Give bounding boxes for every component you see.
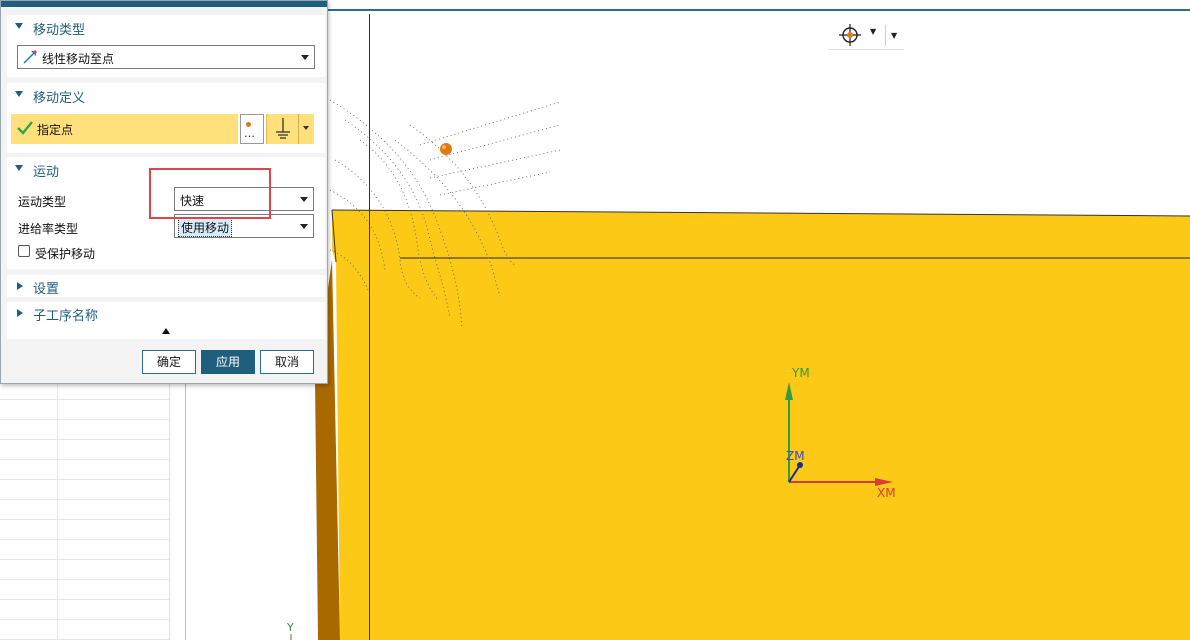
snap-dropdown-icon[interactable]: ▼ [870,27,876,36]
viewport-boundary-line [369,14,370,640]
collapse-triangle-icon[interactable] [15,23,23,29]
section-settings: 设置 [7,275,325,297]
chevron-up-icon [162,328,170,334]
highlight-rectangle [149,168,271,219]
point-dialog-button[interactable]: … [240,114,264,144]
expand-triangle-icon[interactable] [17,282,23,290]
specify-point-label: 指定点 [37,123,74,137]
motion-type-label: 运动类型 [18,195,67,209]
section-title: 子工序名称 [33,309,99,324]
move-type-value: 线性移动至点 [42,52,115,66]
zm-label: ZM [786,449,805,463]
feed-type-label: 进给率类型 [18,222,79,236]
dialog-titlebar[interactable] [1,1,327,7]
section-title: 移动类型 [33,23,86,38]
snap-point-icon[interactable] [838,23,862,47]
section-suboperation-name: 子工序名称 [7,302,325,324]
linear-move-icon [23,50,37,64]
collapse-triangle-icon[interactable] [15,165,23,171]
apply-button[interactable]: 应用 [201,350,255,374]
protected-move-label: 受保护移动 [35,247,96,261]
ok-button[interactable]: 确定 [142,350,196,374]
specify-point-row[interactable]: 指定点 [11,114,238,144]
chevron-down-icon [300,224,308,229]
cancel-button[interactable]: 取消 [260,350,314,374]
app-window: YM ZM XM Y ▼ ▼ 移动类型 线性移动至点 移动定义 指定点 … 运动… [0,0,1190,640]
create-move-suboperation-dialog: 移动类型 线性移动至点 移动定义 指定点 … 运动 运动类型 快速 进给率类型 … [0,0,328,384]
inferred-point-button[interactable] [266,114,298,144]
specified-point[interactable] [440,143,452,155]
collapse-triangle-icon[interactable] [15,91,23,97]
section-header[interactable]: 移动定义 [7,83,325,107]
ellipsis-icon: … [244,127,256,140]
section-title: 运动 [33,165,60,180]
ground-point-icon [276,118,290,139]
section-title: 移动定义 [33,91,86,106]
point-type-dropdown[interactable] [298,114,314,144]
section-move-type: 移动类型 线性移动至点 [7,15,325,77]
feed-type-value: 使用移动 [178,218,233,237]
toolbar-overflow-icon[interactable]: ▼ [891,31,897,40]
move-type-combo[interactable]: 线性移动至点 [17,45,315,69]
chevron-down-icon [301,55,309,60]
section-header[interactable]: 设置 [7,275,325,299]
toolbar-separator [885,25,886,46]
protected-move-checkbox[interactable] [18,245,30,257]
wcs-y-label: Y [287,621,294,634]
section-header[interactable]: 移动类型 [7,15,325,39]
collapse-bar[interactable] [7,324,325,339]
check-icon [17,121,33,135]
xm-label: XM [877,486,896,500]
view-toolbar: ▼ ▼ [828,21,904,50]
point-highlight [442,145,446,149]
chevron-down-icon [300,197,308,202]
expand-triangle-icon[interactable] [17,309,23,317]
stock-face[interactable] [332,210,1190,640]
chevron-down-icon [303,126,309,130]
section-header[interactable]: 子工序名称 [7,302,325,326]
section-title: 设置 [33,282,60,297]
ym-label: YM [792,366,810,380]
